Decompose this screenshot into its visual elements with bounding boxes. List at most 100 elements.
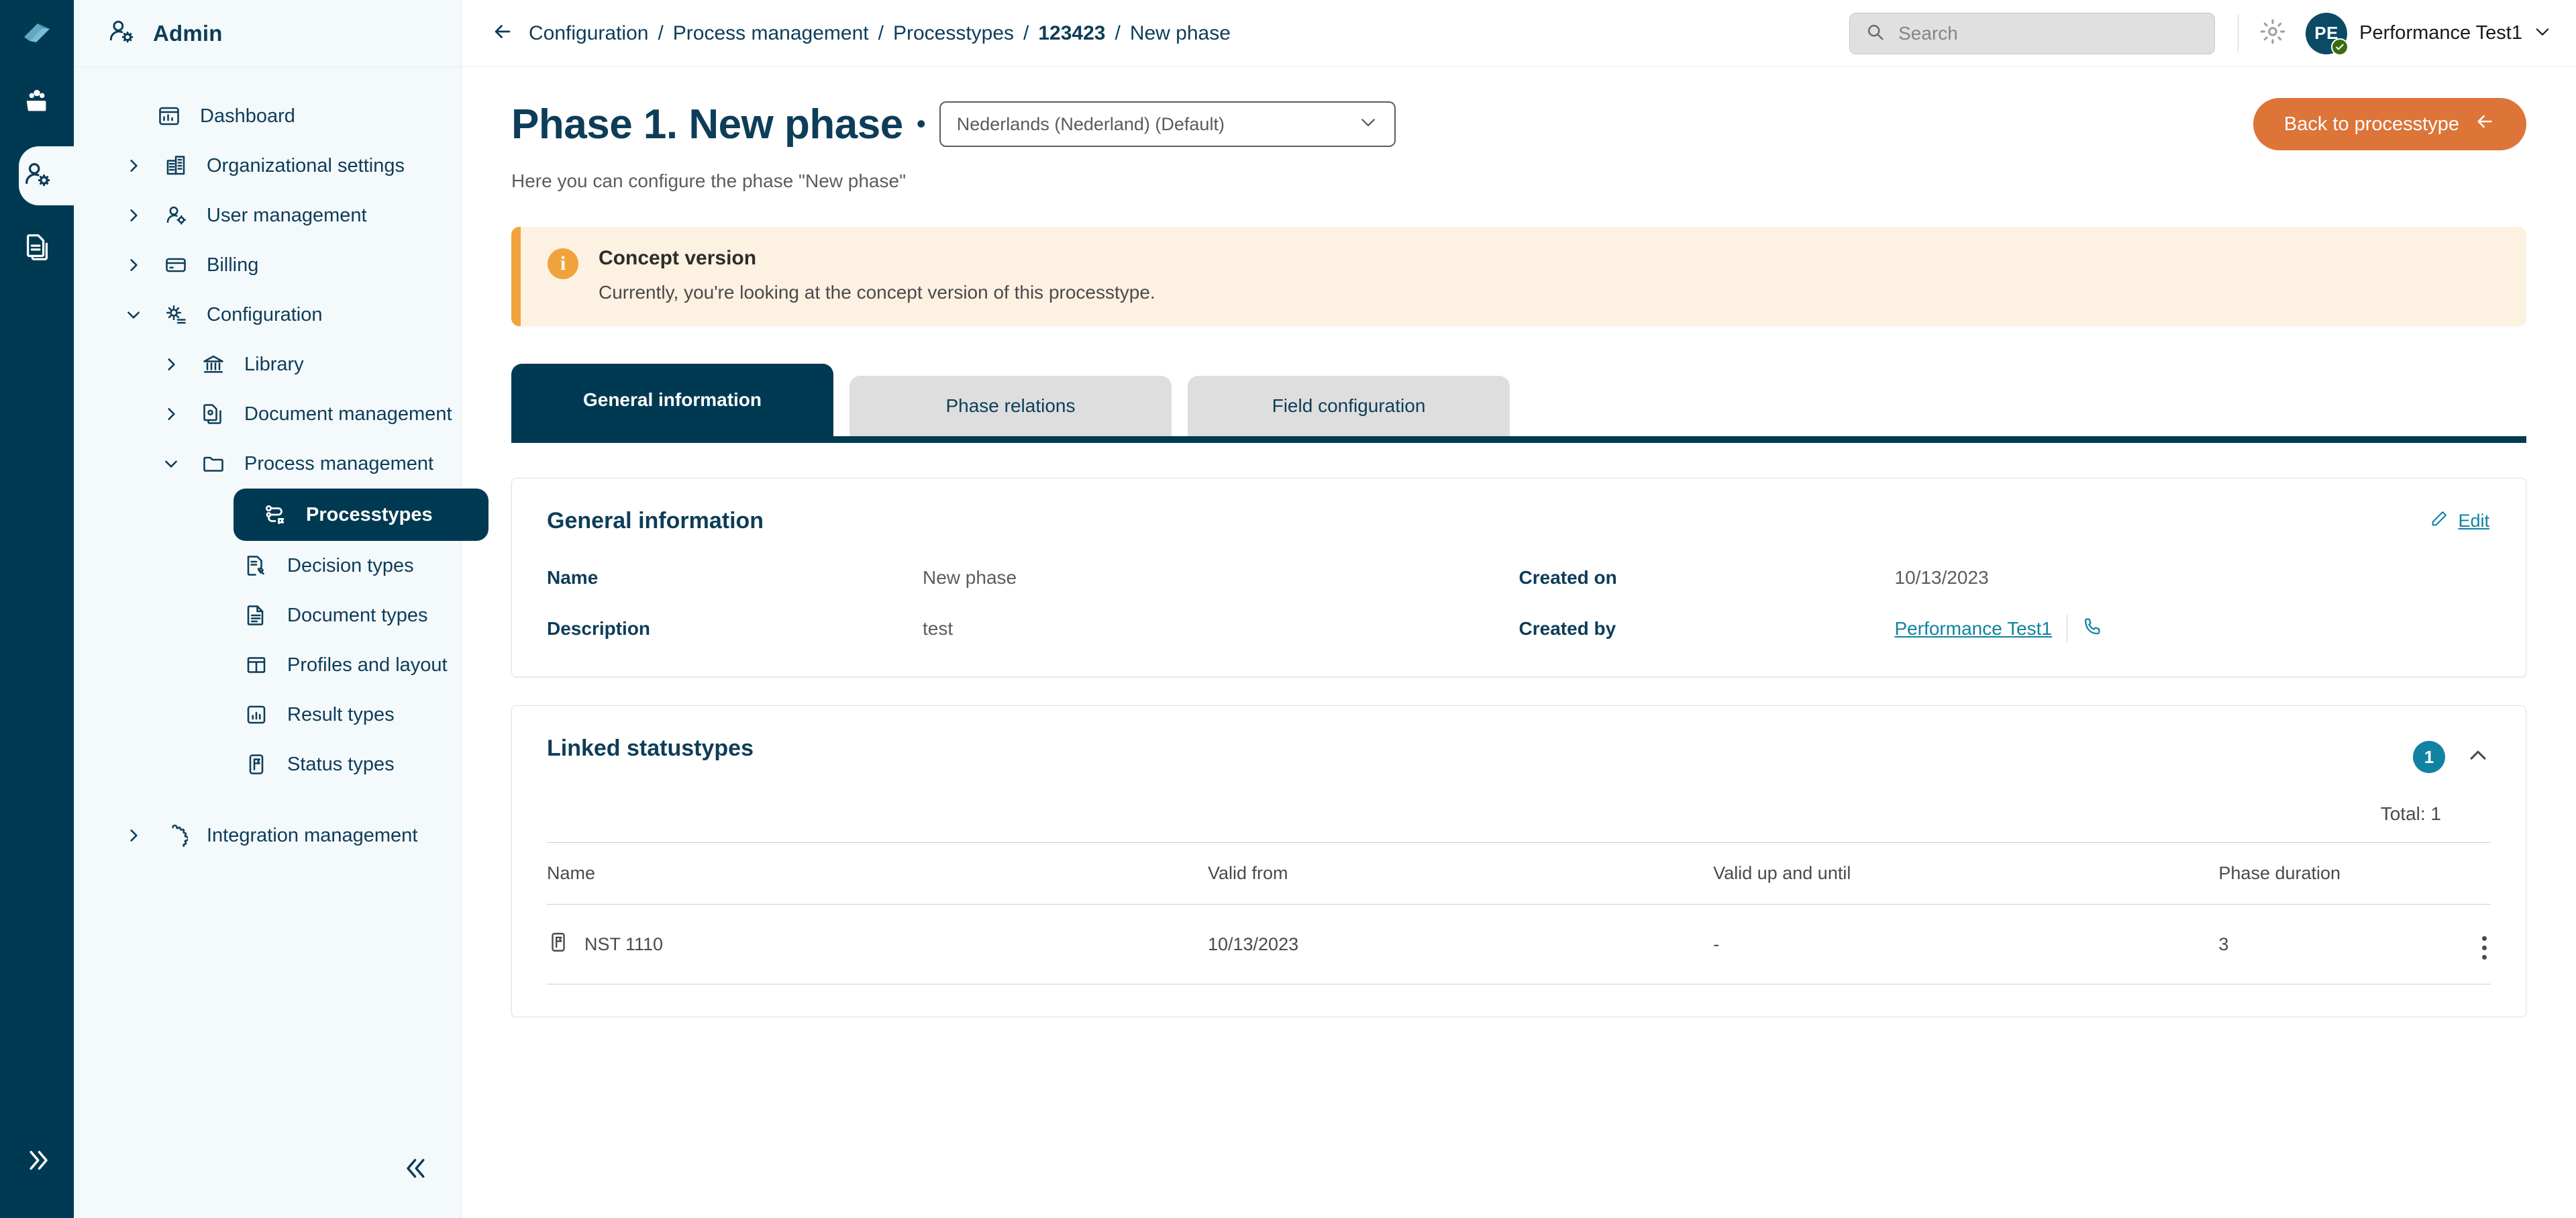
rail-collapse-button[interactable] [0,1146,74,1178]
chevron-right-icon [122,157,145,174]
tab-phase-relations[interactable]: Phase relations [849,376,1172,436]
concept-version-alert: i Concept version Currently, you're look… [511,227,2526,326]
collapse-section-button[interactable] [2467,744,2489,770]
sidebar-collapse-button[interactable] [403,1154,431,1186]
breadcrumb-separator: / [1023,21,1029,44]
puzzle-icon [161,823,191,848]
table-total: Total: 1 [2380,803,2441,824]
sidebar-item-configuration[interactable]: Configuration [74,290,461,340]
general-information-card: General information Edit Name New phase [511,478,2526,677]
sidebar-item-result-types[interactable]: Result types [74,690,461,740]
cell-name: NST 1110 [547,904,1208,984]
cell-valid-up-and-until: - [1713,904,2219,984]
chevron-right-icon [160,356,183,373]
sidebar-item-label: Integration management [207,824,418,846]
sidebar-item-document-management[interactable]: Document management [74,389,461,439]
chevron-right-icon [122,827,145,844]
name-cell: NST 1110 [547,931,1208,958]
kebab-menu-icon[interactable] [2478,932,2491,964]
column-header-phase-duration[interactable]: Phase duration [2218,842,2433,905]
created-by-link[interactable]: Performance Test1 [1895,618,2053,640]
breadcrumb-item-processtypes[interactable]: Processtypes [893,22,1014,45]
sidebar-item-processtypes[interactable]: Processtypes [234,489,488,541]
card-title: Linked statustypes [547,735,754,761]
settings-button[interactable] [2259,17,2287,49]
sidebar-item-integration-management[interactable]: Integration management [74,811,461,860]
alert-text: Currently, you're looking at the concept… [599,282,1155,303]
info-value: 10/13/2023 [1894,567,1989,588]
sidebar-item-profiles-and-layout[interactable]: Profiles and layout [74,640,461,690]
column-header-valid-up-and-until[interactable]: Valid up and until [1713,842,2219,905]
building-icon [161,154,191,178]
chevron-down-icon [2533,22,2552,44]
avatar[interactable]: PE [2306,12,2349,56]
chevron-double-right-icon [23,1146,51,1178]
sidebar-item-label: Dashboard [200,105,295,127]
page-header: Phase 1. New phase • Nederlands (Nederla… [511,98,2526,150]
info-row-description: Description test [547,613,1519,644]
info-value: test [923,618,954,639]
app-logo[interactable] [0,0,74,67]
tab-field-configuration[interactable]: Field configuration [1188,376,1510,436]
search-box[interactable] [1849,12,2216,54]
edit-button[interactable]: Edit [2430,509,2489,533]
table-row[interactable]: NST 1110 10/13/2023 - 3 [547,904,2491,984]
sidebar-item-decision-types[interactable]: Decision types [74,541,461,591]
sidebar-item-user-management[interactable]: User management [74,191,461,240]
sidebar-item-label: Process management [244,452,434,474]
info-label: Description [547,618,651,639]
sidebar-header: Admin [74,0,461,67]
language-select-value: Nederlands (Nederland) (Default) [956,113,1225,134]
sidebar-item-label: User management [207,204,367,226]
sidebar-item-library[interactable]: Library [74,340,461,389]
sidebar-item-dashboard[interactable]: Dashboard [74,91,461,141]
breadcrumb-item-process-management[interactable]: Process management [673,22,869,45]
sidebar-item-process-management[interactable]: Process management [74,439,461,489]
sidebar: Admin Dashboard Organizational settings [74,0,488,1218]
column-header-name[interactable]: Name [547,842,1208,905]
sidebar-item-label: Configuration [207,303,323,325]
breadcrumb-item-configuration[interactable]: Configuration [529,22,648,45]
back-to-processtype-label: Back to processtype [2283,113,2459,135]
page-subtitle: Here you can configure the phase "New ph… [511,170,907,191]
arrow-left-icon [2474,111,2495,138]
user-menu-button[interactable] [2533,22,2552,44]
back-arrow-button[interactable] [491,20,514,46]
column-header-valid-from[interactable]: Valid from [1207,842,1714,905]
decision-icon [242,554,271,578]
rail-item-admin[interactable] [0,140,81,212]
document-icon [242,603,271,627]
sidebar-item-organizational-settings[interactable]: Organizational settings [74,141,461,191]
tab-underline [511,436,2526,443]
folder-icon [199,452,228,476]
back-to-processtype-button[interactable]: Back to processtype [2253,98,2526,150]
sidebar-item-billing[interactable]: Billing [74,240,461,290]
status-flag-icon [547,931,570,958]
dashboard-icon [154,104,184,128]
sidebar-item-label: Library [244,353,304,375]
check-badge-icon [2331,38,2349,56]
rail-item-workspaces[interactable] [0,67,74,140]
breadcrumb: Configuration / Process management / Pro… [529,22,1231,45]
search-input[interactable] [1897,21,2200,45]
icon-rail [0,0,81,1218]
breadcrumb-separator: / [878,21,884,44]
gear-icon [2259,17,2287,49]
sidebar-item-document-types[interactable]: Document types [74,591,461,640]
sidebar-item-status-types[interactable]: Status types [74,740,461,789]
documents-icon [21,232,52,266]
tab-general-information[interactable]: General information [511,364,833,436]
phone-icon[interactable] [2082,616,2104,642]
processtype-icon [260,502,290,527]
linked-statustypes-table: Name Valid from Valid up and until Phase… [547,842,2491,984]
info-label: Name [547,567,599,588]
user-cog-icon [161,203,191,227]
info-icon: i [548,248,578,279]
rail-item-documents[interactable] [0,212,74,285]
column-header-actions [2432,842,2491,905]
bank-icon [199,352,228,376]
breadcrumb-item-processtype-id[interactable]: 123423 [1038,22,1105,45]
language-select[interactable]: Nederlands (Nederland) (Default) [939,101,1396,147]
topbar: Configuration / Process management / Pro… [462,0,2576,67]
